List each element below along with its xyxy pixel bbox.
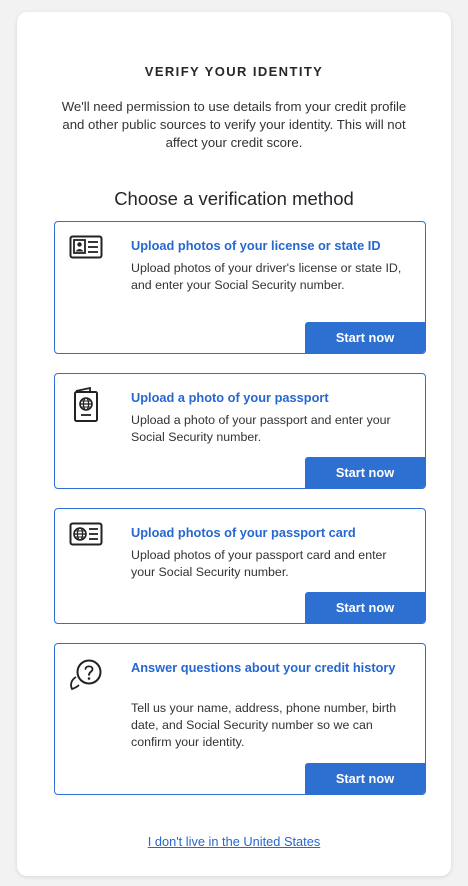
passport-icon	[68, 387, 104, 423]
choose-method-heading: Choose a verification method	[114, 188, 354, 209]
start-now-button[interactable]: Start now	[305, 592, 425, 623]
method-description: Upload photos of your passport card and …	[131, 548, 387, 579]
question-bubble-icon	[68, 657, 104, 693]
start-now-button[interactable]: Start now	[305, 763, 425, 794]
method-description: Upload photos of your driver's license o…	[131, 261, 402, 292]
page-title: VERIFY YOUR IDENTITY	[144, 64, 324, 79]
method-description: Tell us your name, address, phone number…	[131, 701, 397, 749]
start-now-button[interactable]: Start now	[305, 457, 425, 488]
method-title: Upload photos of your license or state I…	[131, 238, 381, 253]
method-title: Upload photos of your passport card	[131, 525, 356, 540]
method-card-passport[interactable]: Upload a photo of your passport Upload a…	[54, 373, 426, 489]
id-card-icon	[68, 235, 104, 271]
method-card-credit-questions[interactable]: Answer questions about your credit histo…	[54, 643, 426, 795]
intro-text: We'll need permission to use details fro…	[61, 99, 407, 150]
method-card-passport-card[interactable]: Upload photos of your passport card Uplo…	[54, 508, 426, 624]
not-in-us-link[interactable]: I don't live in the United States	[17, 834, 451, 849]
method-description: Upload a photo of your passport and ente…	[131, 413, 391, 444]
method-card-license[interactable]: Upload photos of your license or state I…	[54, 221, 426, 354]
method-title: Upload a photo of your passport	[131, 390, 329, 405]
start-now-button[interactable]: Start now	[305, 322, 425, 353]
passport-card-icon	[68, 522, 104, 558]
method-title: Answer questions about your credit histo…	[131, 660, 396, 675]
verify-identity-panel: VERIFY YOUR IDENTITY We'll need permissi…	[17, 12, 451, 876]
